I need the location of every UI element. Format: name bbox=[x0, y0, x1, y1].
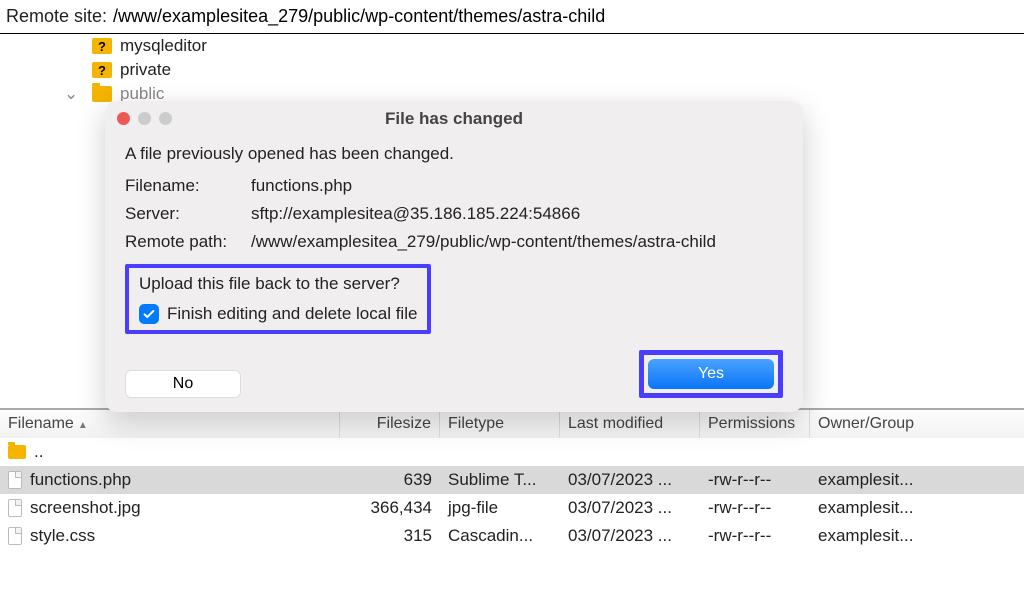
window-controls bbox=[117, 112, 172, 125]
file-name: functions.php bbox=[30, 470, 131, 490]
file-name: style.css bbox=[30, 526, 95, 546]
tree-item-label: mysqleditor bbox=[120, 36, 207, 56]
file-owner: examplesit... bbox=[810, 470, 930, 490]
column-header-lastmodified[interactable]: Last modified bbox=[560, 410, 700, 438]
remote-path-value: /www/examplesitea_279/public/wp-content/… bbox=[251, 232, 783, 252]
server-value: sftp://examplesitea@35.186.185.224:54866 bbox=[251, 204, 783, 224]
dialog-title: File has changed bbox=[105, 109, 803, 129]
remote-path-label: Remote path: bbox=[125, 232, 251, 252]
file-listing: Filename▲ Filesize Filetype Last modifie… bbox=[0, 408, 1024, 590]
server-label: Server: bbox=[125, 204, 251, 224]
dialog-message: A file previously opened has been change… bbox=[125, 144, 783, 164]
file-size: 315 bbox=[340, 526, 440, 546]
file-icon bbox=[8, 499, 22, 517]
parent-dir-label: .. bbox=[34, 442, 43, 462]
file-icon bbox=[8, 527, 22, 545]
column-header-filetype[interactable]: Filetype bbox=[440, 410, 560, 438]
file-size: 639 bbox=[340, 470, 440, 490]
folder-icon bbox=[8, 445, 26, 459]
yes-button-highlight: Yes bbox=[639, 350, 783, 398]
zoom-icon bbox=[159, 112, 172, 125]
dialog-buttons: No Yes bbox=[105, 338, 803, 412]
file-modified: 03/07/2023 ... bbox=[560, 526, 700, 546]
checkbox-label: Finish editing and delete local file bbox=[167, 304, 417, 324]
filename-value: functions.php bbox=[251, 176, 783, 196]
tree-item-mysqleditor[interactable]: ? mysqleditor bbox=[0, 34, 1024, 58]
file-listing-header: Filename▲ Filesize Filetype Last modifie… bbox=[0, 410, 1024, 438]
minimize-icon bbox=[138, 112, 151, 125]
parent-dir-row[interactable]: .. bbox=[0, 438, 1024, 466]
file-name: screenshot.jpg bbox=[30, 498, 141, 518]
filename-label: Filename: bbox=[125, 176, 251, 196]
file-type: jpg-file bbox=[440, 498, 560, 518]
folder-icon bbox=[92, 86, 112, 102]
file-changed-dialog: File has changed A file previously opene… bbox=[105, 101, 803, 412]
file-type: Cascadin... bbox=[440, 526, 560, 546]
file-size: 366,434 bbox=[340, 498, 440, 518]
upload-prompt-highlight: Upload this file back to the server? Fin… bbox=[125, 264, 431, 334]
tree-item-label: private bbox=[120, 60, 171, 80]
column-header-filesize[interactable]: Filesize bbox=[340, 410, 440, 438]
file-owner: examplesit... bbox=[810, 498, 930, 518]
chevron-down-icon: ⌄ bbox=[64, 84, 80, 104]
remote-site-label: Remote site: bbox=[6, 6, 107, 27]
upload-prompt: Upload this file back to the server? bbox=[139, 274, 417, 294]
column-header-owner[interactable]: Owner/Group bbox=[810, 410, 930, 438]
file-type: Sublime T... bbox=[440, 470, 560, 490]
checkbox-icon[interactable] bbox=[139, 304, 159, 324]
delete-local-checkbox-row[interactable]: Finish editing and delete local file bbox=[139, 304, 417, 324]
file-owner: examplesit... bbox=[810, 526, 930, 546]
file-modified: 03/07/2023 ... bbox=[560, 470, 700, 490]
remote-path-input[interactable] bbox=[107, 4, 1018, 29]
file-row[interactable]: functions.php 639 Sublime T... 03/07/202… bbox=[0, 466, 1024, 494]
question-folder-icon: ? bbox=[92, 38, 112, 54]
close-icon[interactable] bbox=[117, 112, 130, 125]
file-icon bbox=[8, 471, 22, 489]
yes-button[interactable]: Yes bbox=[648, 359, 774, 389]
file-permissions: -rw-r--r-- bbox=[700, 498, 810, 518]
sort-asc-icon: ▲ bbox=[78, 420, 88, 431]
remote-path-bar: Remote site: bbox=[0, 0, 1024, 35]
file-permissions: -rw-r--r-- bbox=[700, 526, 810, 546]
file-permissions: -rw-r--r-- bbox=[700, 470, 810, 490]
file-row[interactable]: screenshot.jpg 366,434 jpg-file 03/07/20… bbox=[0, 494, 1024, 522]
file-modified: 03/07/2023 ... bbox=[560, 498, 700, 518]
column-header-filename[interactable]: Filename▲ bbox=[0, 410, 340, 438]
tree-item-private[interactable]: ? private bbox=[0, 58, 1024, 82]
question-folder-icon: ? bbox=[92, 62, 112, 78]
file-row[interactable]: style.css 315 Cascadin... 03/07/2023 ...… bbox=[0, 522, 1024, 550]
column-header-permissions[interactable]: Permissions bbox=[700, 410, 810, 438]
dialog-titlebar: File has changed bbox=[105, 101, 803, 134]
no-button[interactable]: No bbox=[125, 370, 241, 398]
dialog-body: A file previously opened has been change… bbox=[105, 134, 803, 338]
file-listing-body: .. functions.php 639 Sublime T... 03/07/… bbox=[0, 438, 1024, 550]
